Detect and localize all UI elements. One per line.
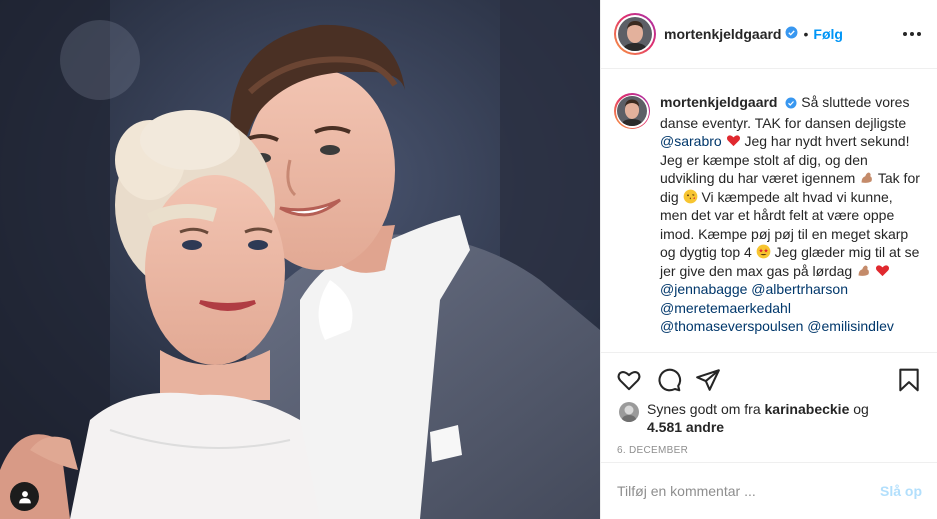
avatar: [618, 17, 652, 51]
heart-outline-icon[interactable]: [616, 367, 642, 393]
paper-plane-icon[interactable]: [695, 367, 721, 393]
caption-story-ring[interactable]: [614, 93, 650, 129]
mention-link[interactable]: @meretemaerkedahl: [660, 300, 791, 316]
post-side-panel: mortenkjeldgaard • Følg mortenkjeldgaard…: [600, 0, 937, 519]
kissing-face-emoji-icon: [683, 189, 697, 203]
mention-link[interactable]: @sarabro: [660, 133, 722, 149]
instagram-post-modal: mortenkjeldgaard • Følg mortenkjeldgaard…: [0, 0, 937, 519]
likes-connector: og: [853, 401, 869, 417]
red-heart-emoji-icon: [875, 264, 890, 276]
post-caption: mortenkjeldgaard Så sluttede vores danse…: [660, 93, 922, 336]
post-photo[interactable]: [0, 0, 600, 519]
user-tag-icon: [18, 490, 31, 503]
star-struck-emoji-icon: [756, 244, 771, 259]
story-ring[interactable]: [614, 13, 656, 55]
separator-dot: •: [803, 26, 809, 42]
comment-input[interactable]: Tilføj en kommentar ...: [617, 483, 880, 499]
post-date[interactable]: 6. DECEMBER: [617, 445, 688, 456]
follow-button[interactable]: Følg: [813, 26, 843, 42]
liker-username[interactable]: karinabeckie: [765, 401, 850, 417]
likes-count-link[interactable]: 4.581 andre: [647, 419, 724, 435]
caption-avatar: [617, 96, 647, 126]
post-comment-button[interactable]: Slå op: [880, 483, 922, 499]
caption-username[interactable]: mortenkjeldgaard: [660, 94, 777, 110]
mention-link[interactable]: @thomaseverspoulsen: [660, 318, 803, 334]
mention-link[interactable]: @emilisindlev: [807, 318, 894, 334]
flexed-biceps-emoji-icon: [861, 172, 873, 183]
tag-people-button[interactable]: [10, 482, 39, 511]
caption-row: mortenkjeldgaard Så sluttede vores danse…: [614, 93, 922, 336]
post-header: mortenkjeldgaard • Følg: [601, 0, 937, 69]
likes-prefix: Synes godt om fra: [647, 401, 761, 417]
verified-badge-icon: [785, 95, 797, 114]
red-heart-emoji-icon: [726, 135, 740, 147]
photo-image: [0, 0, 600, 519]
mention-link[interactable]: @jennabagge: [660, 281, 747, 297]
flexed-biceps-emoji-icon: [858, 265, 870, 276]
likes-summary: Synes godt om fra karinabeckie og 4.581 …: [619, 400, 907, 436]
mention-link[interactable]: @albertrharson: [751, 281, 848, 297]
comments-section: mortenkjeldgaard Så sluttede vores danse…: [601, 69, 937, 352]
header-username[interactable]: mortenkjeldgaard: [664, 26, 781, 42]
liker-avatar[interactable]: [619, 402, 639, 422]
verified-badge-icon: [785, 26, 798, 42]
more-options-icon[interactable]: [900, 24, 924, 44]
comment-bubble-icon[interactable]: [656, 367, 682, 393]
post-actions: Synes godt om fra karinabeckie og 4.581 …: [601, 352, 937, 462]
bookmark-icon[interactable]: [896, 367, 922, 393]
add-comment-bar: Tilføj en kommentar ... Slå op: [601, 462, 937, 519]
